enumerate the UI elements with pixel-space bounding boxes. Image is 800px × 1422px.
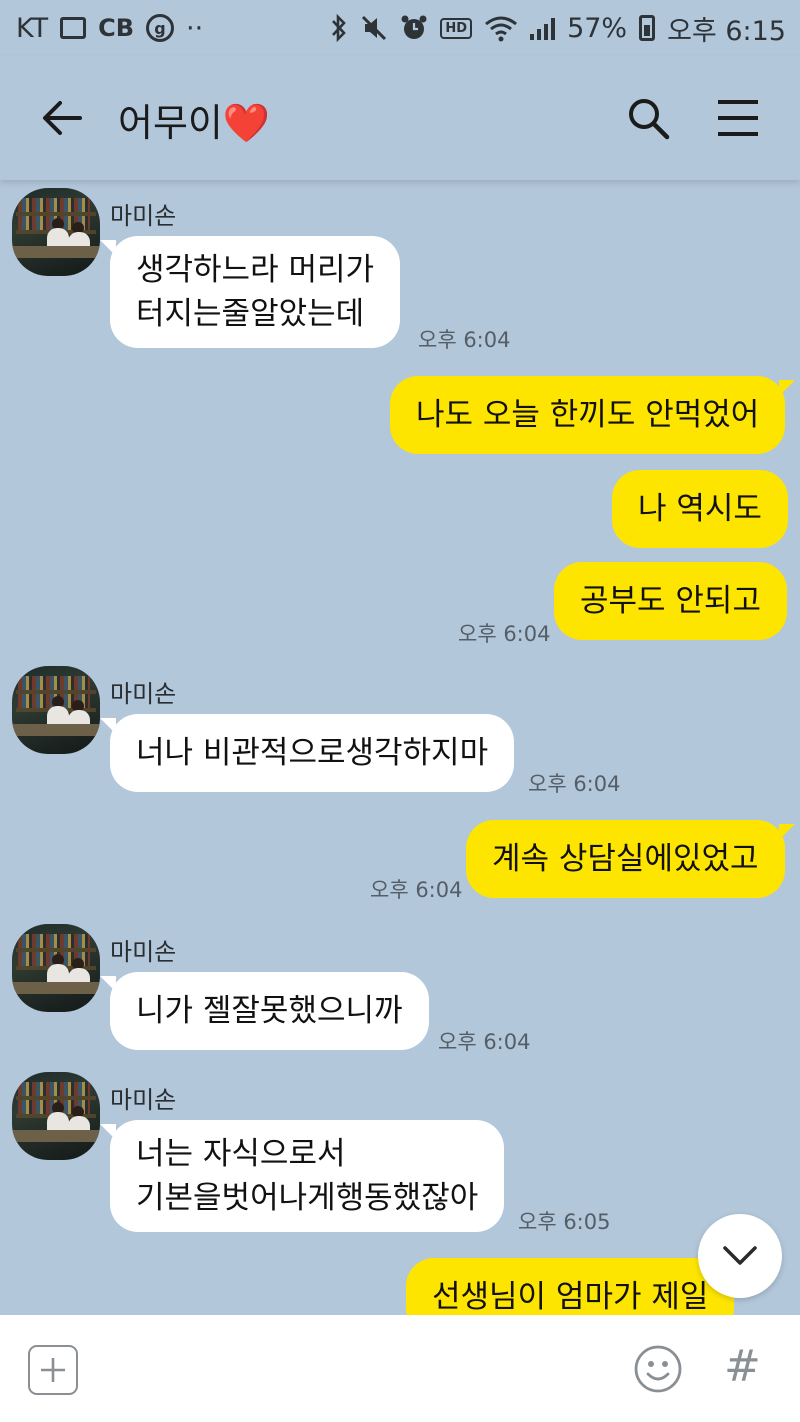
chat-title-text: 어무이 [118,101,223,145]
message-bubble-outgoing[interactable]: 나 역시도 [612,470,788,548]
sender-name: 마미손 [110,1086,177,1114]
message-time: 오후 6:05 [518,1210,611,1234]
chat-header: 어무이❤️ [0,56,800,180]
status-right: HD 57% 오후 6:15 [330,9,786,48]
more-notifications-icon: ·· [186,12,204,44]
g-icon: g [146,14,175,42]
message-time: 오후 6:04 [458,622,551,646]
plus-icon [41,1358,65,1382]
avatar[interactable] [12,1072,100,1160]
mute-icon [362,15,387,41]
attach-button[interactable] [28,1345,78,1395]
menu-icon[interactable] [714,96,762,140]
carrier-label: KT [16,12,49,44]
chevron-down-icon [723,1246,757,1265]
battery-icon [639,15,656,41]
message-time: 오후 6:04 [438,1030,531,1054]
bluetooth-icon [332,14,347,42]
avatar[interactable] [12,666,100,754]
gallery-icon [60,17,87,39]
emoticon-icon[interactable] [632,1343,684,1395]
chat-message-list[interactable]: 마미손 생각하느라 머리가 터지는줄알았는데 오후 6:04 나도 오늘 한끼도… [0,180,800,1315]
message-input-bar: # [0,1315,800,1422]
hd-voice-icon: HD [440,17,473,39]
clock: 오후 6:15 [667,15,786,47]
battery-percent: 57% [567,12,628,44]
message-bubble-incoming[interactable]: 생각하느라 머리가 터지는줄알았는데 [99,236,401,348]
cb-icon: CB [98,14,135,42]
message-time: 오후 6:04 [418,328,511,352]
message-bubble-outgoing[interactable]: 계속 상담실에있었고 [466,820,795,898]
wifi-icon [485,16,518,42]
hashtag-search-button[interactable]: # [724,1341,761,1392]
message-time: 오후 6:04 [370,878,463,902]
signal-icon [530,16,556,40]
status-left: KT CB g ·· [16,13,203,44]
message-bubble-outgoing[interactable]: 선생님이 엄마가 제일 [406,1258,745,1315]
message-bubble-outgoing[interactable]: 공부도 안되고 [554,562,787,640]
avatar[interactable] [12,924,100,1012]
message-time: 오후 6:04 [528,772,621,796]
sender-name: 마미손 [110,680,177,708]
sender-name: 마미손 [110,202,177,230]
scroll-to-bottom-button[interactable] [698,1214,782,1298]
message-bubble-incoming[interactable]: 너나 비관적으로생각하지마 [99,714,515,792]
message-bubble-outgoing[interactable]: 나도 오늘 한끼도 안먹었어 [390,376,796,454]
message-bubble-incoming[interactable]: 니가 젤잘못했으니까 [100,972,429,1050]
message-bubble-incoming[interactable]: 너는 자식으로서 기본을벗어나게행동했잖아 [99,1120,505,1232]
chat-title: 어무이❤️ [118,92,270,147]
back-arrow-icon[interactable] [40,96,84,140]
status-bar: KT CB g ·· HD 57% 오후 6:15 [0,0,800,56]
heart-icon: ❤️ [222,101,271,145]
alarm-icon [401,15,427,39]
avatar[interactable] [12,188,100,276]
sender-name: 마미손 [110,938,177,966]
search-icon[interactable] [624,94,672,142]
